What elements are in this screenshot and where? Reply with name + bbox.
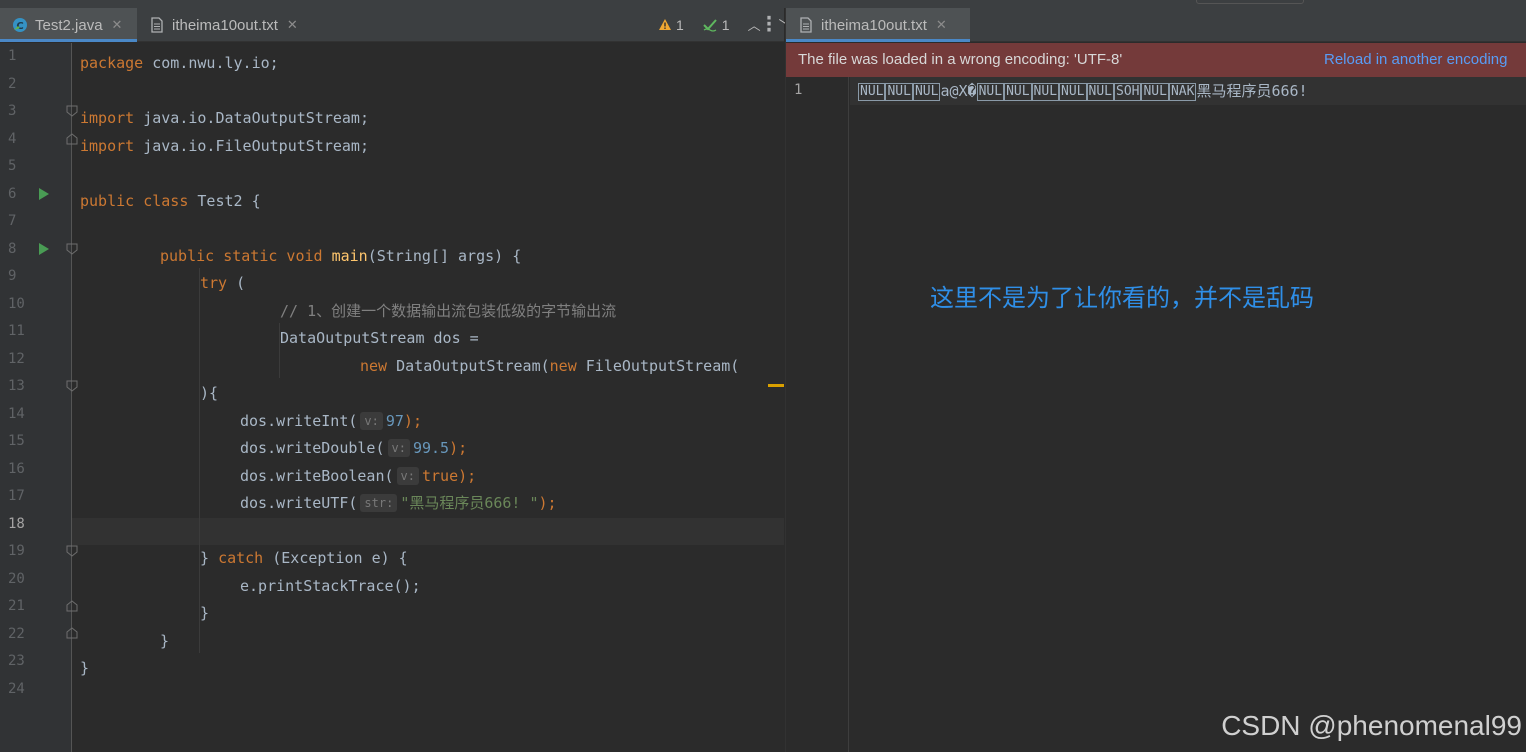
toolbar-fragment — [1196, 0, 1304, 4]
scrollbar-warning-marker[interactable] — [768, 384, 784, 387]
line-number: 19 — [8, 543, 25, 559]
code-line-22: } — [160, 632, 170, 650]
tab-itheima10out-txt[interactable]: itheima10out.txt ✕ — [786, 8, 970, 42]
code-line-10: // 1、创建一个数据输出流包装低级的字节输出流 — [280, 302, 617, 320]
code-line-3: import java.io.DataOutputStream; — [80, 109, 369, 127]
line-number: 16 — [8, 461, 25, 477]
weak-warning-count: 1 — [721, 16, 730, 33]
line-number: 11 — [8, 323, 25, 339]
code-line-4: import java.io.FileOutputStream; — [80, 137, 369, 155]
svg-text:C: C — [16, 21, 23, 32]
code-area[interactable]: package com.nwu.ly.io; import java.io.Da… — [72, 43, 784, 752]
line-number: 23 — [8, 653, 25, 669]
code-line-19: } catch (Exception e) { — [200, 549, 408, 567]
inspection-widget[interactable]: 1 1 ︿ ﹀ — [658, 15, 792, 34]
line-number: 1 — [8, 48, 17, 64]
line-number: 3 — [8, 103, 17, 119]
code-line-20: e.printStackTrace(); — [240, 577, 421, 595]
editor-tab-bar: itheima10out.txt ✕ — [786, 8, 1526, 42]
line-number-current: 18 — [8, 516, 25, 532]
control-char: SOH — [1114, 83, 1142, 101]
text-file-icon — [151, 17, 163, 33]
line-number: 10 — [8, 296, 25, 312]
run-class-icon[interactable] — [38, 187, 50, 201]
line-number: 5 — [8, 158, 17, 174]
java-class-icon: C — [13, 18, 27, 32]
text-file-pane: itheima10out.txt ✕ The file was loaded i… — [785, 8, 1526, 752]
watermark: CSDN @phenomenal99 — [1221, 710, 1522, 741]
line-number: 13 — [8, 378, 25, 394]
code-line-12: new DataOutputStream(new FileOutputStrea… — [360, 357, 740, 375]
control-char: NUL — [1141, 83, 1169, 101]
reload-encoding-link[interactable]: Reload in another encoding — [1324, 43, 1507, 77]
code-line-14: dos.writeInt(v: 97); — [240, 412, 422, 430]
param-hint: v: — [396, 467, 419, 485]
annotation-note: 这里不是为了让你看的，并不是乱码 — [930, 284, 1314, 312]
param-hint: v: — [360, 412, 383, 430]
code-line-9: try ( — [200, 274, 246, 292]
tab-label: Test2.java — [35, 16, 103, 34]
control-char: NUL — [912, 83, 941, 101]
code-line-17: dos.writeUTF(str: "黑马程序员666! "); — [240, 494, 557, 512]
tab-label: itheima10out.txt — [821, 16, 927, 34]
control-char: NUL — [858, 83, 886, 101]
line-number: 24 — [8, 681, 25, 697]
line-number-gutter: 1 2 3 4 5 6 7 8 9 10 11 12 13 14 15 16 1… — [0, 43, 78, 752]
code-line-6: public class Test2 { — [80, 192, 261, 210]
decoded-text: 黑马程序员666! — [1196, 82, 1308, 100]
line-number: 20 — [8, 571, 25, 587]
control-char: NUL — [1031, 83, 1060, 101]
line-number: 22 — [8, 626, 25, 642]
decoded-text: a@X� — [940, 82, 977, 100]
close-tab-icon[interactable]: ✕ — [112, 17, 123, 33]
tab-test2-java[interactable]: C Test2.java ✕ — [0, 8, 137, 42]
file-content-line[interactable]: NUL NUL NUL a@X� NUL NUL NUL NUL NUL SOH NUL NAK 黑马程… — [858, 81, 1308, 101]
chevron-up-icon[interactable]: ︿ — [748, 15, 761, 34]
control-char: NUL — [1086, 83, 1114, 101]
code-line-8: public static void main(String[] args) { — [160, 247, 522, 265]
warning-count: 1 — [676, 16, 684, 33]
control-char: NUL — [1059, 83, 1087, 101]
param-hint: v: — [387, 439, 410, 457]
line-number: 6 — [8, 186, 17, 202]
run-main-icon[interactable] — [38, 242, 50, 256]
text-file-icon — [800, 17, 812, 33]
line-number: 17 — [8, 488, 25, 504]
line-number: 9 — [8, 268, 17, 284]
line-number: 8 — [8, 241, 17, 257]
close-tab-icon[interactable]: ✕ — [287, 17, 298, 33]
line-number: 21 — [8, 598, 25, 614]
line-number: 2 — [8, 76, 17, 92]
close-tab-icon[interactable]: ✕ — [936, 17, 947, 33]
banner-message: The file was loaded in a wrong encoding:… — [798, 51, 1123, 68]
control-char: NUL — [976, 83, 1005, 101]
control-char: NUL — [885, 83, 913, 101]
code-line-13: ){ — [200, 384, 219, 402]
tab-itheima10out-txt[interactable]: itheima10out.txt ✕ — [137, 8, 317, 42]
code-line-1: package com.nwu.ly.io; — [80, 54, 279, 72]
control-char: NAK — [1168, 83, 1197, 101]
line-number-gutter: 1 — [786, 77, 849, 752]
code-line-21: } — [200, 604, 210, 622]
code-line-15: dos.writeDouble(v: 99.5); — [240, 439, 468, 457]
line-number: 4 — [8, 131, 17, 147]
code-line-16: dos.writeBoolean(v: true); — [240, 467, 477, 485]
warning-icon — [659, 19, 671, 30]
line-number: 1 — [794, 82, 803, 98]
java-editor-pane: C Test2.java ✕ itheima10out.txt ✕ · · · 1 … — [0, 8, 792, 752]
code-line-23: } — [80, 659, 90, 677]
control-char: NUL — [1004, 83, 1032, 101]
line-number: 12 — [8, 351, 25, 367]
line-number: 7 — [8, 213, 17, 229]
code-line-11: DataOutputStream dos = — [280, 329, 479, 347]
line-number: 15 — [8, 433, 25, 449]
wrong-encoding-banner: The file was loaded in a wrong encoding:… — [786, 43, 1526, 77]
current-line-highlight — [72, 518, 784, 545]
tab-label: itheima10out.txt — [172, 16, 278, 34]
param-hint: str: — [360, 494, 398, 512]
weak-warning-check-icon — [703, 18, 717, 32]
line-number: 14 — [8, 406, 25, 422]
